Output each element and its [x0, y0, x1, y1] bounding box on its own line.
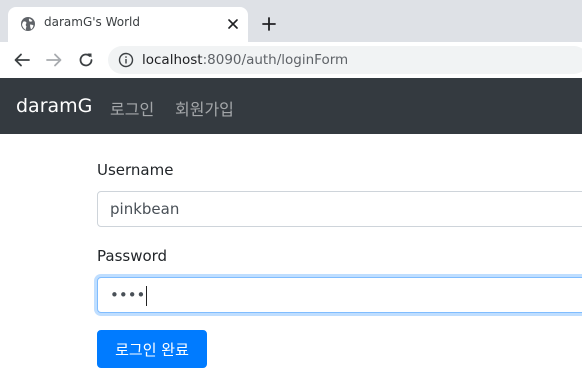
password-label: Password [97, 247, 168, 265]
arrow-right-icon[interactable] [43, 49, 65, 71]
info-icon[interactable] [118, 52, 134, 68]
nav-link-join[interactable]: 회원가입 [175, 96, 234, 120]
plus-icon[interactable] [259, 14, 279, 34]
username-value: pinkbean [110, 200, 180, 218]
tab-title: daramG's World [44, 15, 140, 29]
url-text: localhost:8090/auth/loginForm [142, 52, 348, 68]
browser-tab[interactable]: daramG's World [8, 7, 248, 42]
password-value: •••• [110, 286, 146, 304]
nav-link-login[interactable]: 로그인 [110, 96, 154, 120]
url-path: :8090/auth/loginForm [202, 52, 349, 68]
globe-icon [20, 16, 36, 32]
text-caret [146, 285, 148, 306]
address-bar[interactable]: localhost:8090/auth/loginForm [108, 46, 582, 74]
login-submit-button[interactable]: 로그인 완료 [97, 330, 207, 368]
reload-icon[interactable] [75, 49, 97, 71]
password-field[interactable]: •••• [97, 277, 582, 313]
browser-toolbar: localhost:8090/auth/loginForm [0, 42, 582, 79]
arrow-left-icon[interactable] [11, 49, 33, 71]
close-icon[interactable] [225, 16, 241, 32]
username-field[interactable]: pinkbean [97, 191, 582, 227]
site-navbar: daramG 로그인 회원가입 [0, 78, 582, 134]
username-label: Username [97, 161, 174, 179]
brand-link[interactable]: daramG [16, 95, 92, 117]
url-host: localhost [142, 52, 203, 68]
browser-tabstrip: daramG's World [0, 0, 582, 42]
